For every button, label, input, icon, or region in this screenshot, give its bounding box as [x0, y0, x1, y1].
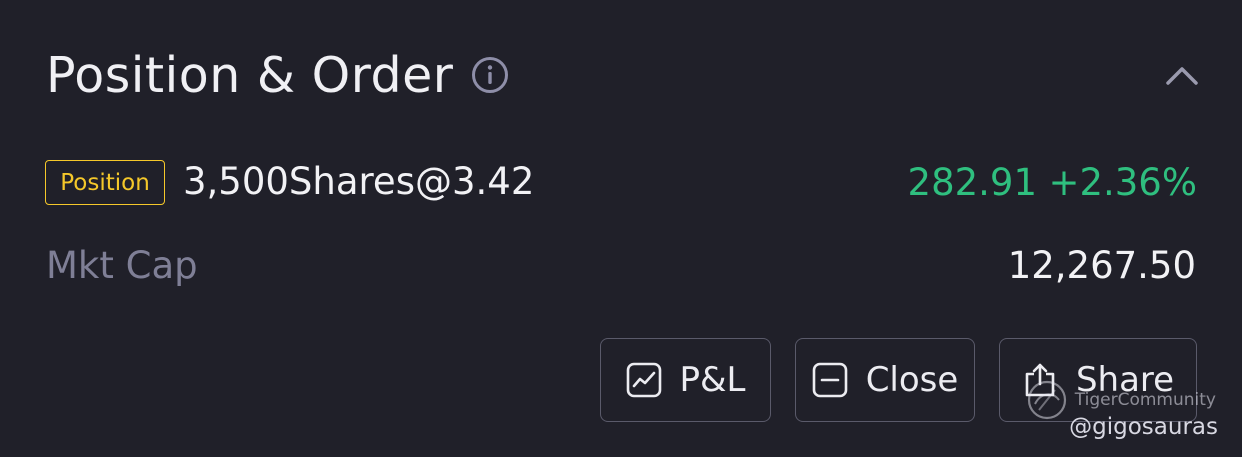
section-title: Position & Order — [46, 47, 454, 104]
watermark-handle: @gigosauras — [1069, 414, 1218, 440]
minus-square-icon — [812, 362, 847, 398]
watermark-text: TigerCommunity — [1074, 390, 1216, 410]
mkt-cap-value: 12,267.50 — [1007, 244, 1196, 287]
info-icon[interactable] — [471, 56, 509, 94]
pl-value: 282.91 — [907, 161, 1037, 204]
pl-percent: +2.36% — [1048, 161, 1197, 204]
tiger-logo-icon — [1027, 380, 1066, 420]
position-shares: 3,500Shares@3.42 — [183, 160, 535, 203]
close-button-label: Close — [865, 360, 959, 400]
pl-button-label: P&L — [679, 360, 746, 400]
mkt-cap-label: Mkt Cap — [46, 244, 198, 287]
chevron-up-icon[interactable] — [1163, 60, 1201, 90]
position-order-panel: Position & Order Position 3,500Shares@3.… — [0, 0, 1242, 457]
position-row: Position 3,500Shares@3.42 282.91 +2.36% — [45, 160, 1197, 206]
chart-trend-icon — [626, 362, 661, 398]
position-badge: Position — [45, 160, 165, 205]
pl-button[interactable]: P&L — [600, 338, 771, 422]
close-position-button[interactable]: Close — [795, 338, 975, 422]
